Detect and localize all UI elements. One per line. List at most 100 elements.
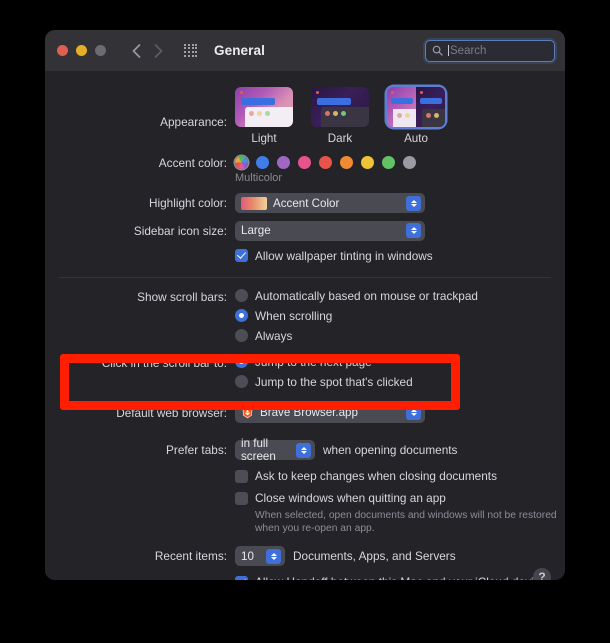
accent-color-swatches	[235, 156, 565, 169]
default-browser-label: Default web browser:	[116, 405, 227, 420]
scroll-bars-row: Show scroll bars: Automatically based on…	[45, 289, 565, 343]
highlight-color-label: Highlight color:	[148, 196, 227, 210]
recent-items-row: Recent items: 10 Documents, Apps, and Se…	[45, 546, 565, 566]
search-icon	[432, 45, 443, 56]
recent-items-select[interactable]: 10	[235, 546, 285, 566]
accent-color-row: Accent color: Multicolor	[45, 156, 565, 184]
ask-keep-changes-label: Ask to keep changes when closing documen…	[255, 469, 497, 483]
chevron-updown-icon	[266, 548, 281, 564]
click-scroll-option-spot-clicked[interactable]: Jump to the spot that's clicked	[235, 375, 565, 389]
appearance-label-auto: Auto	[404, 132, 428, 145]
search-input[interactable]: Search	[425, 39, 555, 62]
chevron-updown-icon	[406, 405, 421, 420]
highlight-color-swatch	[241, 196, 267, 210]
radio-icon	[235, 329, 248, 342]
wallpaper-tinting-label: Allow wallpaper tinting in windows	[255, 248, 433, 263]
scroll-bars-option-automatic-label: Automatically based on mouse or trackpad	[255, 288, 478, 303]
prefer-tabs-suffix: when opening documents	[323, 443, 458, 457]
scroll-bars-option-always[interactable]: Always	[235, 329, 565, 343]
scroll-bars-option-always-label: Always	[255, 328, 293, 343]
grid-apps-icon[interactable]	[182, 42, 200, 60]
accent-swatch-purple[interactable]	[277, 156, 290, 169]
page-title: General	[214, 43, 265, 58]
close-windows-checkbox[interactable]: Close windows when quitting an app	[235, 491, 565, 505]
accent-color-caption: Multicolor	[235, 172, 283, 184]
accent-swatch-pink[interactable]	[298, 156, 311, 169]
chevron-updown-icon	[406, 223, 421, 238]
appearance-thumbnail-light	[235, 87, 293, 127]
accent-swatch-orange[interactable]	[340, 156, 353, 169]
text-cursor	[448, 45, 449, 56]
appearance-row: Appearance: Light Dark Auto	[45, 87, 565, 145]
scroll-bars-option-when-scrolling-label: When scrolling	[255, 308, 333, 323]
close-button[interactable]	[57, 45, 68, 56]
scroll-bars-option-when-scrolling[interactable]: When scrolling	[235, 309, 565, 323]
minimize-button[interactable]	[76, 45, 87, 56]
wallpaper-tinting-row: Allow wallpaper tinting in windows	[45, 249, 565, 263]
recent-items-suffix: Documents, Apps, and Servers	[293, 549, 456, 563]
radio-icon	[235, 289, 248, 302]
close-windows-row: Close windows when quitting an app When …	[45, 491, 565, 535]
close-windows-hint-line1: When selected, open documents and window…	[255, 510, 557, 521]
navigation-buttons	[126, 40, 168, 62]
chevron-left-icon[interactable]	[126, 40, 146, 62]
help-button[interactable]: ?	[533, 568, 551, 580]
close-windows-label: Close windows when quitting an app	[255, 491, 446, 505]
ask-keep-changes-checkbox[interactable]: Ask to keep changes when closing documen…	[235, 469, 565, 483]
appearance-label-dark: Dark	[327, 132, 353, 145]
section-divider	[59, 276, 551, 278]
sidebar-icon-size-label: Sidebar icon size:	[133, 223, 227, 238]
accent-swatch-multicolor[interactable]	[235, 156, 248, 169]
accent-swatch-red[interactable]	[319, 156, 332, 169]
highlight-color-row: Highlight color: Accent Color	[45, 193, 565, 215]
accent-swatch-yellow[interactable]	[361, 156, 374, 169]
sidebar-icon-size-value: Large	[241, 224, 271, 237]
appearance-option-light[interactable]: Light	[235, 87, 293, 145]
click-scroll-option-next-page-label: Jump to the next page	[255, 354, 372, 369]
default-browser-value: Brave Browser.app	[260, 406, 358, 419]
radio-icon	[235, 309, 248, 322]
brave-browser-icon	[241, 406, 254, 419]
default-browser-select[interactable]: Brave Browser.app	[235, 402, 425, 423]
accent-swatch-green[interactable]	[382, 156, 395, 169]
click-scroll-bar-label: Click in the scroll bar to:	[101, 355, 227, 370]
accent-swatch-blue[interactable]	[256, 156, 269, 169]
click-scroll-option-spot-clicked-label: Jump to the spot that's clicked	[255, 374, 413, 389]
preferences-content: Appearance: Light Dark Auto Accent color…	[45, 87, 565, 580]
highlight-color-select[interactable]: Accent Color	[235, 193, 425, 213]
ask-keep-changes-row: Ask to keep changes when closing documen…	[45, 469, 565, 483]
prefer-tabs-select[interactable]: in full screen	[235, 437, 315, 463]
zoom-button[interactable]	[95, 45, 106, 56]
system-preferences-window: General Search Appearance: Light Dark Au…	[45, 30, 565, 580]
default-browser-row: Default web browser: Brave Browser.app	[45, 402, 565, 425]
sidebar-icon-size-select[interactable]: Large	[235, 220, 425, 241]
click-scroll-bar-row: Click in the scroll bar to: Jump to the …	[45, 355, 565, 389]
window-titlebar: General Search	[45, 30, 565, 71]
chevron-updown-icon	[296, 442, 311, 458]
recent-items-label: Recent items:	[154, 549, 227, 563]
radio-icon	[235, 375, 248, 388]
accent-color-label: Accent color:	[158, 156, 227, 170]
appearance-label: Appearance:	[160, 115, 227, 129]
appearance-option-dark[interactable]: Dark	[311, 87, 369, 145]
scroll-bars-option-automatic[interactable]: Automatically based on mouse or trackpad	[235, 289, 565, 303]
traffic-light-group	[57, 45, 106, 56]
accent-swatch-graphite[interactable]	[403, 156, 416, 169]
checkbox-icon	[235, 249, 248, 262]
prefer-tabs-label: Prefer tabs:	[166, 443, 227, 457]
handoff-label: Allow Handoff between this Mac and your …	[255, 575, 552, 580]
wallpaper-tinting-checkbox[interactable]: Allow wallpaper tinting in windows	[235, 249, 565, 263]
click-scroll-option-next-page[interactable]: Jump to the next page	[235, 355, 565, 369]
handoff-checkbox[interactable]: Allow Handoff between this Mac and your …	[235, 575, 565, 580]
radio-icon	[235, 355, 248, 368]
prefer-tabs-row: Prefer tabs: in full screen when opening…	[45, 437, 565, 463]
handoff-row: Allow Handoff between this Mac and your …	[45, 575, 565, 580]
checkbox-icon	[235, 575, 248, 580]
chevron-updown-icon	[406, 195, 421, 211]
appearance-thumbnail-dark	[311, 87, 369, 127]
appearance-option-auto[interactable]: Auto	[387, 87, 445, 145]
highlight-color-value: Accent Color	[273, 196, 340, 210]
chevron-right-icon[interactable]	[148, 40, 168, 62]
recent-items-value: 10	[241, 549, 254, 563]
search-placeholder: Search	[450, 44, 487, 57]
